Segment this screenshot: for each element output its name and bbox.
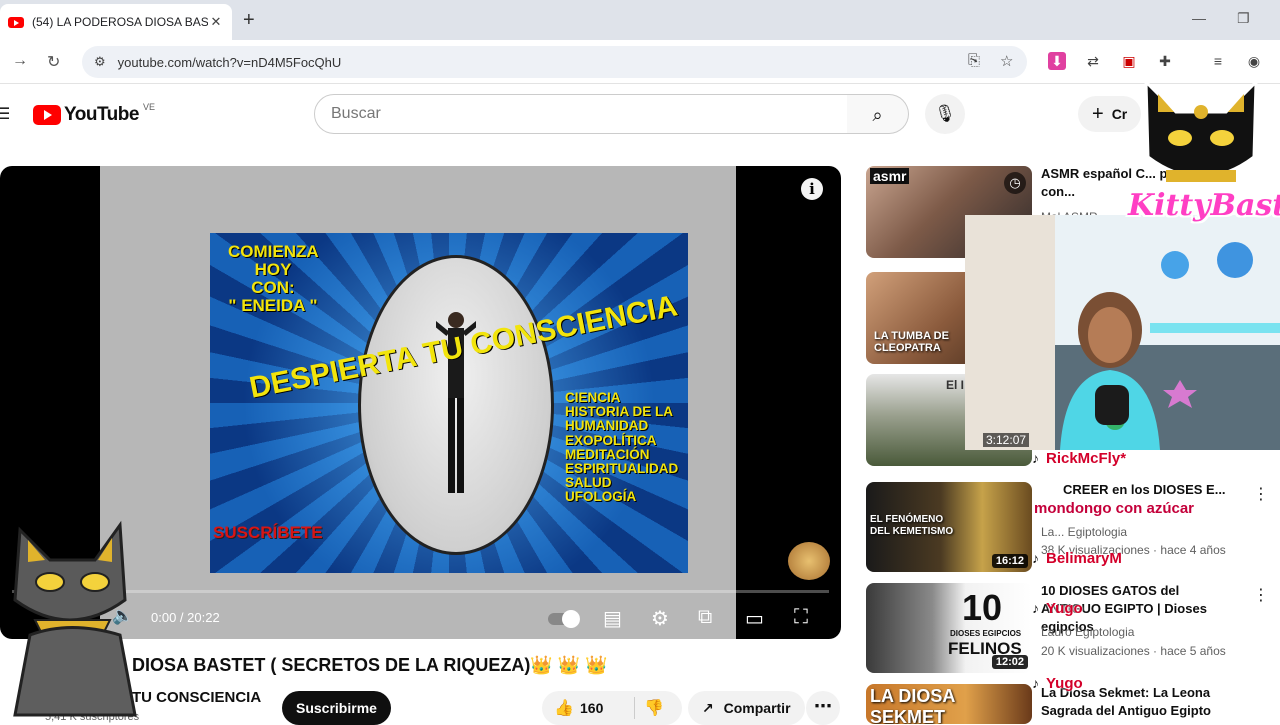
- dislike-icon[interactable]: 👎: [644, 698, 664, 718]
- install-app-icon[interactable]: ⎘: [968, 52, 980, 69]
- rec-thumb-text: LA TUMBA DE CLEOPATRA: [874, 330, 949, 354]
- rec-thumb-badge: asmr: [870, 168, 910, 184]
- youtube-wordmark: YouTube: [64, 104, 139, 125]
- like-icon[interactable]: 👍: [554, 698, 574, 718]
- rec-thumb-text: EL FENÓMENO DEL KEMETISMO: [870, 514, 954, 537]
- theater-mode-icon[interactable]: ▭: [745, 606, 764, 631]
- rec-thumbnail-felinos[interactable]: 10 DIOSES EGIPCIOS FELINOS 12:02: [866, 583, 1032, 673]
- browser-tab[interactable]: (54) LA PODEROSA DIOSA BASTET ✕: [0, 4, 232, 40]
- youtube-logo[interactable]: YouTube VE: [33, 102, 155, 126]
- create-button[interactable]: + Cr: [1078, 96, 1142, 132]
- streamer-webcam: 3:12:07: [965, 215, 1280, 450]
- restore-icon[interactable]: ❐: [1237, 10, 1250, 27]
- translate-extension-icon[interactable]: ⇄: [1084, 52, 1102, 70]
- chat-username: ♪ Yugo: [1032, 600, 1083, 617]
- create-label: Cr: [1111, 106, 1128, 122]
- forward-icon[interactable]: →: [12, 52, 28, 70]
- tiktok-icon: ♪: [1032, 550, 1039, 566]
- tab-close-icon[interactable]: ✕: [208, 14, 224, 30]
- rec-thumb-text: LA DIOSA SEKMET: [870, 686, 955, 724]
- autoplay-toggle[interactable]: [548, 610, 580, 628]
- tiktok-icon: ♪: [1032, 450, 1039, 466]
- webcam-timestamp: 3:12:07: [983, 433, 1030, 447]
- channel-watermark[interactable]: [788, 542, 830, 580]
- artwork-subscribe-text: SUSCRÍBETE: [213, 523, 323, 542]
- miniplayer-icon[interactable]: ⧉: [698, 606, 712, 629]
- fullscreen-icon[interactable]: ⛶: [794, 606, 808, 629]
- kitty-bastet-cat-logo: [1144, 78, 1258, 182]
- info-icon[interactable]: i: [801, 178, 823, 200]
- rec-thumb-subtext: DIOSES EGIPCIOS: [950, 629, 1022, 638]
- rec-thumbnail-sekmet[interactable]: LA DIOSA SEKMET: [866, 684, 1032, 724]
- youtube-play-icon: [33, 105, 61, 125]
- channel-name[interactable]: TU CONSCIENCIA: [132, 689, 261, 706]
- watch-later-icon[interactable]: ◷: [1004, 172, 1026, 194]
- video-title: DIOSA BASTET ( SECRETOS DE LA RIQUEZA)👑 …: [132, 655, 608, 675]
- site-info-icon[interactable]: ⚙: [94, 54, 106, 70]
- search-input[interactable]: Buscar: [314, 94, 848, 134]
- bookmark-star-icon[interactable]: ☆: [1000, 52, 1013, 70]
- chat-username-text: Yugo: [1046, 600, 1083, 617]
- brand-logo-text: KittyBastet: [1128, 188, 1280, 223]
- minimize-icon[interactable]: —: [1192, 10, 1206, 26]
- video-artwork: COMIENZA HOY CON: " ENEIDA " DESPIERTA T…: [210, 233, 688, 573]
- share-label: Compartir: [723, 700, 791, 716]
- search-placeholder: Buscar: [331, 105, 381, 122]
- microphone-icon: 🎙: [934, 104, 956, 123]
- rec-thumb-text: El I: [946, 378, 965, 392]
- chat-username-text: RickMcFly*: [1046, 450, 1127, 467]
- webcam-scene: [965, 215, 1280, 450]
- profile-icon[interactable]: ◉: [1245, 52, 1263, 70]
- rec-thumbnail-kemetismo[interactable]: EL FENÓMENO DEL KEMETISMO 16:12: [866, 482, 1032, 572]
- new-tab-button[interactable]: +: [243, 9, 255, 32]
- share-icon: ↗: [702, 700, 714, 716]
- like-count: 160: [580, 700, 604, 716]
- chat-username: ♪ BelimaryM: [1032, 550, 1122, 567]
- chat-username: ♪ RickMcFly*: [1032, 450, 1126, 467]
- address-bar-row: → ↻ ⚙ youtube.com/watch?v=nD4M5FocQhU ⎘ …: [0, 40, 1280, 113]
- chat-message: mondongo con azúcar: [1034, 500, 1195, 517]
- extensions-puzzle-icon[interactable]: ✚: [1156, 52, 1174, 70]
- browser-tab-strip: (54) LA PODEROSA DIOSA BASTET ✕ + — ❐: [0, 0, 1280, 40]
- download-extension-icon[interactable]: ⬇: [1048, 52, 1066, 70]
- stream-chat-overlay: ♪ RickMcFly* mondongo con azúcar ♪ Belimar…: [1020, 450, 1280, 720]
- artwork-left-text: COMIENZA HOY CON: " ENEIDA ": [228, 242, 319, 315]
- reload-icon[interactable]: ↻: [47, 52, 60, 72]
- omnibox[interactable]: ⚙ youtube.com/watch?v=nD4M5FocQhU ⎘ ☆: [82, 46, 1027, 78]
- chat-username-text: Yugo: [1046, 675, 1083, 692]
- like-separator: [634, 697, 635, 719]
- tiktok-icon: ♪: [1032, 600, 1039, 616]
- plus-icon: +: [1092, 102, 1104, 125]
- search-button[interactable]: ⌕: [847, 94, 909, 134]
- video-frame: COMIENZA HOY CON: " ENEIDA " DESPIERTA T…: [100, 166, 736, 639]
- extension-badge-icon[interactable]: ▣: [1120, 52, 1138, 70]
- url-text[interactable]: youtube.com/watch?v=nD4M5FocQhU: [118, 55, 342, 70]
- cat-mascot-overlay: [13, 520, 137, 717]
- chat-username: ♪ Yugo: [1032, 675, 1083, 692]
- search-icon: ⌕: [872, 105, 883, 125]
- rec-thumb-number: 10: [962, 587, 1003, 628]
- country-code: VE: [142, 102, 155, 112]
- settings-gear-icon[interactable]: ⚙: [651, 606, 669, 631]
- chat-username-text: BelimaryM: [1046, 550, 1122, 567]
- voice-search-button[interactable]: 🎙: [925, 94, 965, 134]
- youtube-favicon-icon: [8, 16, 24, 28]
- hamburger-menu-icon[interactable]: ☰: [0, 104, 10, 124]
- tiktok-icon: ♪: [1032, 675, 1039, 691]
- subtitles-icon[interactable]: ▤: [603, 606, 622, 631]
- tab-title: (54) LA PODEROSA DIOSA BASTET: [32, 15, 208, 29]
- reading-list-icon[interactable]: ≡: [1209, 52, 1227, 70]
- artwork-topics-text: CIENCIA HISTORIA DE LA HUMANIDAD EXOPOLÍ…: [565, 390, 679, 505]
- time-display: 0:00 / 20:22: [151, 610, 220, 625]
- youtube-header: ☰ YouTube VE Buscar ⌕ 🎙 + Cr: [0, 84, 1280, 144]
